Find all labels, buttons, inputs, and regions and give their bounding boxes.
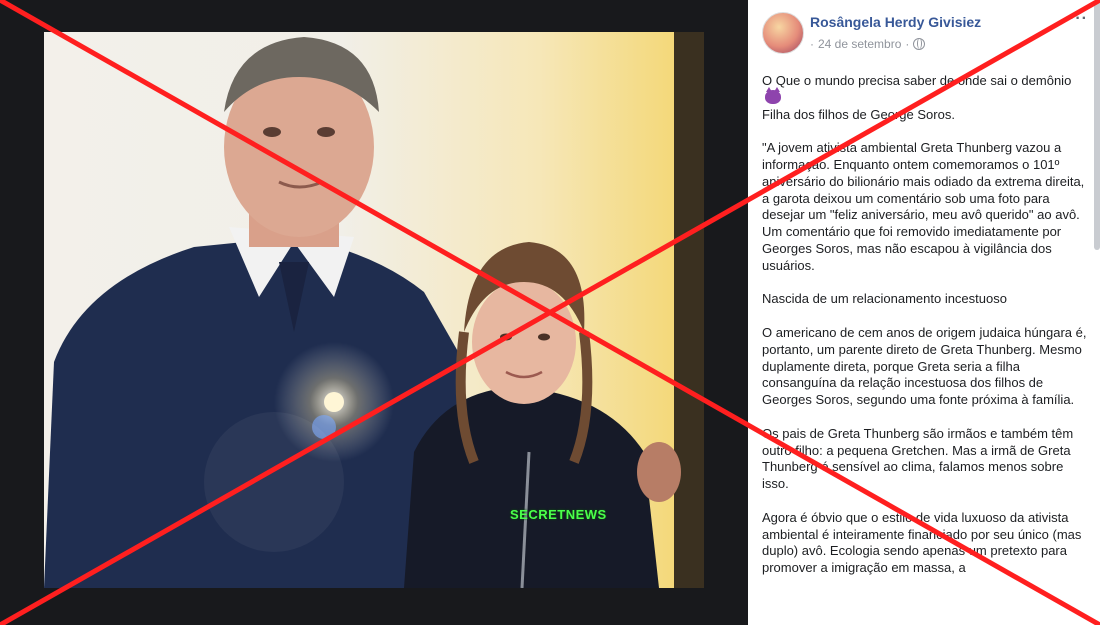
post-paragraph: O Que o mundo precisa saber de onde sai … bbox=[762, 73, 1092, 123]
separator-dot: · bbox=[905, 37, 910, 51]
post-paragraph: Os pais de Greta Thunberg são irmãos e t… bbox=[762, 425, 1074, 492]
photo-illustration bbox=[44, 32, 704, 588]
post-date-link[interactable]: 24 de setembro bbox=[818, 37, 901, 51]
post-line: Filha dos filhos de George Soros. bbox=[762, 106, 955, 122]
photo-viewer: SECRETNEWS bbox=[0, 0, 748, 625]
watermark-text: SECRETNEWS bbox=[510, 507, 607, 522]
smiling-devil-emoji-icon bbox=[765, 86, 781, 104]
post-paragraph: "A jovem ativista ambiental Greta Thunbe… bbox=[762, 140, 1085, 273]
more-options-button[interactable]: ··· bbox=[1069, 10, 1088, 28]
post-line: O Que o mundo precisa saber de onde sai … bbox=[762, 73, 1072, 88]
post-paragraph: Agora é óbvio que o estilo de vida luxuo… bbox=[762, 509, 1082, 576]
post-panel: Rosângela Herdy Givisiez · 24 de setembr… bbox=[748, 0, 1100, 625]
globe-icon bbox=[913, 38, 926, 50]
post-text: O Que o mundo precisa saber de onde sai … bbox=[762, 73, 1092, 594]
author-avatar[interactable] bbox=[762, 12, 804, 54]
post-paragraph: O americano de cem anos de origem judaic… bbox=[762, 324, 1087, 408]
post-meta: · 24 de setembro · bbox=[810, 37, 926, 51]
author-name-link[interactable]: Rosângela Herdy Givisiez bbox=[810, 14, 981, 30]
post-paragraph: Nascida de um relacionamento incestuoso bbox=[762, 291, 1007, 307]
post-photo[interactable]: SECRETNEWS bbox=[44, 32, 704, 588]
separator-dot: · bbox=[810, 37, 814, 51]
scrollbar[interactable] bbox=[1094, 0, 1100, 250]
